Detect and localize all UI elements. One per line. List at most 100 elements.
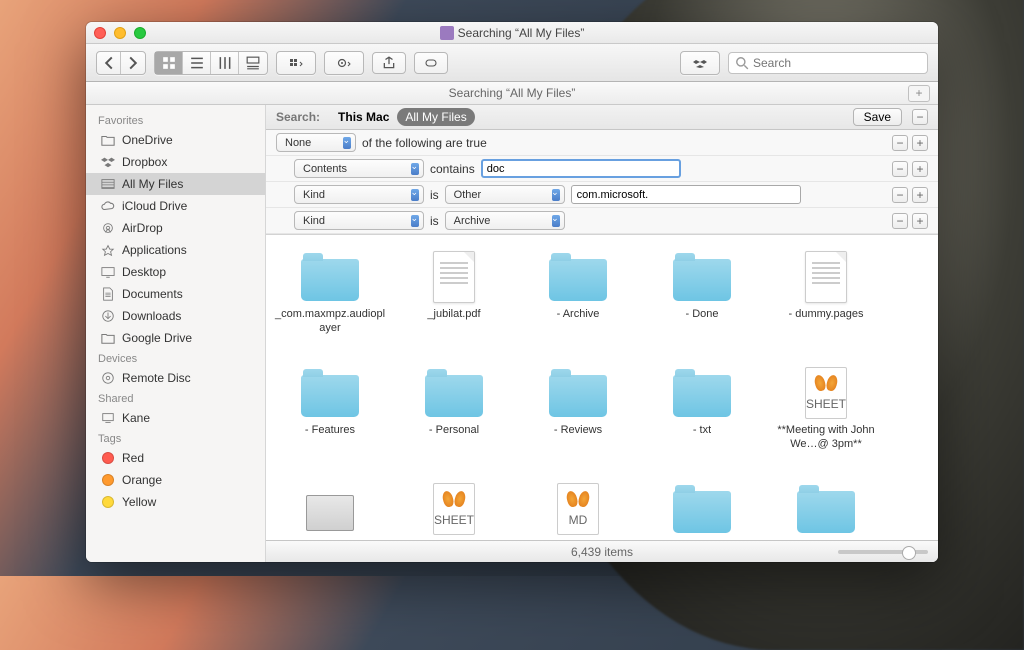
criteria-attr-dropdown[interactable]: Kind <box>294 185 424 204</box>
criteria-value-dropdown[interactable]: Archive <box>445 211 565 230</box>
sidebar-item-all-my-files[interactable]: All My Files <box>86 173 265 195</box>
coverflow-view-button[interactable] <box>239 52 267 74</box>
remove-criteria-button[interactable]: − <box>892 213 908 229</box>
criteria-value-dropdown[interactable]: Other <box>445 185 565 204</box>
file-item[interactable]: $RECYCLE.BIN <box>764 479 888 540</box>
file-item[interactable]: $RECYCLE.BIN <box>640 479 764 540</box>
disc-icon <box>100 370 116 386</box>
file-item[interactable]: _com.maxmpz.audioplayer <box>268 247 392 363</box>
folder-icon <box>298 251 362 303</box>
arrange-button[interactable] <box>277 52 315 74</box>
forward-button[interactable] <box>121 52 145 74</box>
sidebar-item-red[interactable]: Red <box>86 447 265 469</box>
sidebar-item-icloud-drive[interactable]: iCloud Drive <box>86 195 265 217</box>
file-item[interactable]: - Reviews <box>516 363 640 479</box>
search-input[interactable] <box>753 56 921 70</box>
sidebar-item-desktop[interactable]: Desktop <box>86 261 265 283</box>
pathbar-text: Searching “All My Files” <box>86 86 938 100</box>
file-name: - Archive <box>557 307 600 321</box>
list-view-button[interactable] <box>183 52 211 74</box>
file-item[interactable]: - Features <box>268 363 392 479</box>
sidebar-item-remote-disc[interactable]: Remote Disc <box>86 367 265 389</box>
sidebar-item-yellow[interactable]: Yellow <box>86 491 265 513</box>
save-search-button[interactable]: Save <box>853 108 902 126</box>
sheet-icon: SHEET <box>422 483 486 535</box>
add-criteria-button[interactable]: + <box>912 187 928 203</box>
action-button[interactable] <box>325 52 363 74</box>
sidebar-item-kane[interactable]: Kane <box>86 407 265 429</box>
file-item[interactable]: - txt <box>640 363 764 479</box>
window-title: Searching “All My Files” <box>86 26 938 40</box>
sidebar-item-applications[interactable]: Applications <box>86 239 265 261</box>
folder-icon <box>670 367 734 419</box>
remove-criteria-button[interactable]: − <box>912 109 928 125</box>
sidebar-item-label: AirDrop <box>122 221 163 235</box>
file-grid[interactable]: _com.maxmpz.audioplayer_jubilat.pdf - Arc… <box>266 235 938 540</box>
toolbar <box>86 44 938 82</box>
sidebar-item-label: iCloud Drive <box>122 199 187 213</box>
scope-all-my-files[interactable]: All My Files <box>397 108 474 126</box>
file-name: - txt <box>693 423 711 437</box>
file-item[interactable]: MD• Age- 45.md <box>516 479 640 540</box>
sidebar-item-dropbox[interactable]: Dropbox <box>86 151 265 173</box>
zoom-slider[interactable] <box>838 550 928 554</box>
allfiles-icon <box>100 176 116 192</box>
back-button[interactable] <box>97 52 121 74</box>
scope-this-mac[interactable]: This Mac <box>330 108 397 126</box>
criteria-input[interactable] <box>571 185 801 204</box>
sidebar-item-label: Downloads <box>122 309 181 323</box>
search-header: Search: This MacAll My Files Save − <box>266 105 938 130</box>
tags-button[interactable] <box>414 52 448 74</box>
folder-icon <box>422 367 486 419</box>
remove-criteria-button[interactable]: − <box>892 135 908 151</box>
share-button[interactable] <box>372 52 406 74</box>
remove-criteria-button[interactable]: − <box>892 187 908 203</box>
sheet-icon: SHEET <box>794 367 858 419</box>
add-criteria-button[interactable]: + <box>912 213 928 229</box>
desktop-icon <box>100 264 116 280</box>
docs-icon <box>100 286 116 302</box>
file-item[interactable]: SHEET **Meeting with John We…@ 3pm** <box>764 363 888 479</box>
criteria-input[interactable] <box>481 159 681 178</box>
icon-view-button[interactable] <box>155 52 183 74</box>
criteria-attr-dropdown[interactable]: None <box>276 133 356 152</box>
file-item[interactable]: - Personal <box>392 363 516 479</box>
file-item[interactable]: /.JPG <box>268 479 392 540</box>
add-criteria-button[interactable]: + <box>912 135 928 151</box>
file-name: **Meeting with John We…@ 3pm** <box>768 423 884 452</box>
remove-criteria-button[interactable]: − <box>892 161 908 177</box>
tag-icon <box>100 450 116 466</box>
file-item[interactable]: SHEET# 5 best 4K games: the best…lay in … <box>392 479 516 540</box>
dropbox-button[interactable] <box>681 52 719 74</box>
sidebar-item-google-drive[interactable]: Google Drive <box>86 327 265 349</box>
search-label: Search: <box>276 110 320 124</box>
file-item[interactable]: - dummy.pages <box>764 247 888 363</box>
sidebar-item-airdrop[interactable]: AirDrop <box>86 217 265 239</box>
criteria-attr-dropdown[interactable]: Contents <box>294 159 424 178</box>
add-criteria-button[interactable]: + <box>912 161 928 177</box>
content-area: Search: This MacAll My Files Save − None… <box>266 105 938 562</box>
column-view-button[interactable] <box>211 52 239 74</box>
sidebar-item-label: OneDrive <box>122 133 173 147</box>
sidebar-item-label: Documents <box>122 287 183 301</box>
sidebar-item-onedrive[interactable]: OneDrive <box>86 129 265 151</box>
sidebar-header: Favorites <box>86 111 265 129</box>
pathbar: Searching “All My Files” + <box>86 82 938 105</box>
sidebar-item-orange[interactable]: Orange <box>86 469 265 491</box>
criteria-op: is <box>430 214 439 228</box>
sidebar-item-downloads[interactable]: Downloads <box>86 305 265 327</box>
file-name: - Done <box>685 307 718 321</box>
file-item[interactable]: - Done <box>640 247 764 363</box>
sidebar-item-documents[interactable]: Documents <box>86 283 265 305</box>
file-item[interactable]: - Archive <box>516 247 640 363</box>
search-field[interactable] <box>728 52 928 74</box>
sidebar-item-label: Kane <box>122 411 150 425</box>
folder-icon <box>298 367 362 419</box>
folder-icon <box>546 251 610 303</box>
file-name: - dummy.pages <box>789 307 864 321</box>
file-item[interactable]: _jubilat.pdf <box>392 247 516 363</box>
titlebar[interactable]: Searching “All My Files” <box>86 22 938 44</box>
criteria-attr-dropdown[interactable]: Kind <box>294 211 424 230</box>
apps-icon <box>100 242 116 258</box>
folder-icon <box>794 483 858 535</box>
